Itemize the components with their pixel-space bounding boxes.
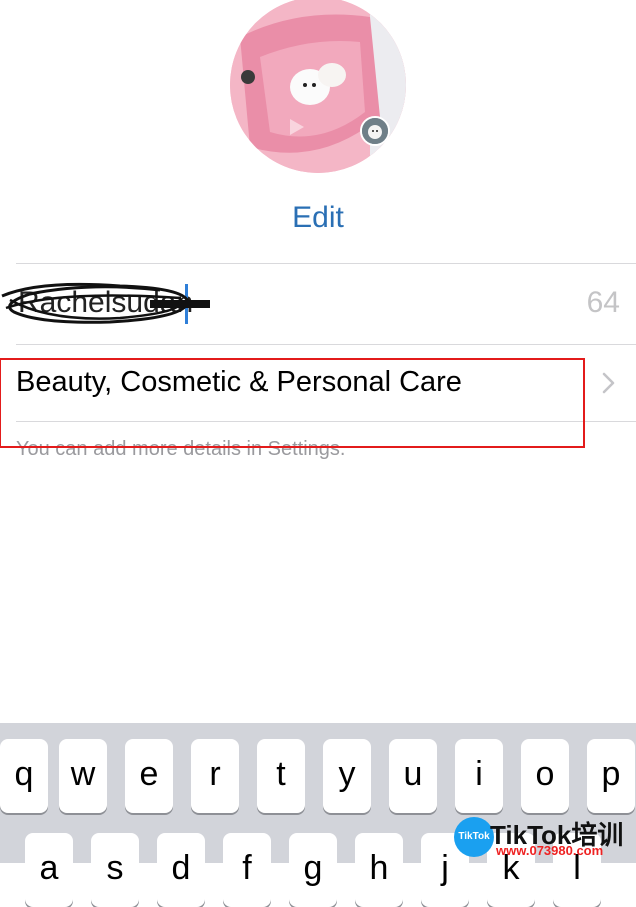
name-character-count: 64 (586, 286, 620, 319)
key-r[interactable]: r (191, 739, 239, 813)
key-g[interactable]: g (289, 833, 337, 907)
key-u[interactable]: u (389, 739, 437, 813)
key-e[interactable]: e (125, 739, 173, 813)
key-t[interactable]: t (257, 739, 305, 813)
avatar-badge-icon (360, 116, 390, 146)
watermark: TikTok TikTok培训 www.073980.com (452, 815, 636, 863)
name-field[interactable]: Rachelsudan 64 (0, 264, 636, 344)
key-s[interactable]: s (91, 833, 139, 907)
highlight-annotation-box (0, 358, 585, 448)
key-a[interactable]: a (25, 833, 73, 907)
chevron-right-icon (602, 372, 615, 394)
name-input-value[interactable]: Rachelsudan (18, 286, 193, 320)
edit-photo-link[interactable]: Edit (0, 200, 636, 236)
key-o[interactable]: o (521, 739, 569, 813)
watermark-url: www.073980.com (496, 843, 604, 858)
key-d[interactable]: d (157, 833, 205, 907)
text-cursor (185, 284, 188, 324)
key-y[interactable]: y (323, 739, 371, 813)
tiktok-logo-icon: TikTok (454, 817, 494, 857)
key-w[interactable]: w (59, 739, 107, 813)
key-f[interactable]: f (223, 833, 271, 907)
avatar-image (230, 0, 406, 173)
profile-avatar[interactable] (230, 0, 406, 173)
key-i[interactable]: i (455, 739, 503, 813)
key-p[interactable]: p (587, 739, 635, 813)
key-q[interactable]: q (0, 739, 48, 813)
key-h[interactable]: h (355, 833, 403, 907)
